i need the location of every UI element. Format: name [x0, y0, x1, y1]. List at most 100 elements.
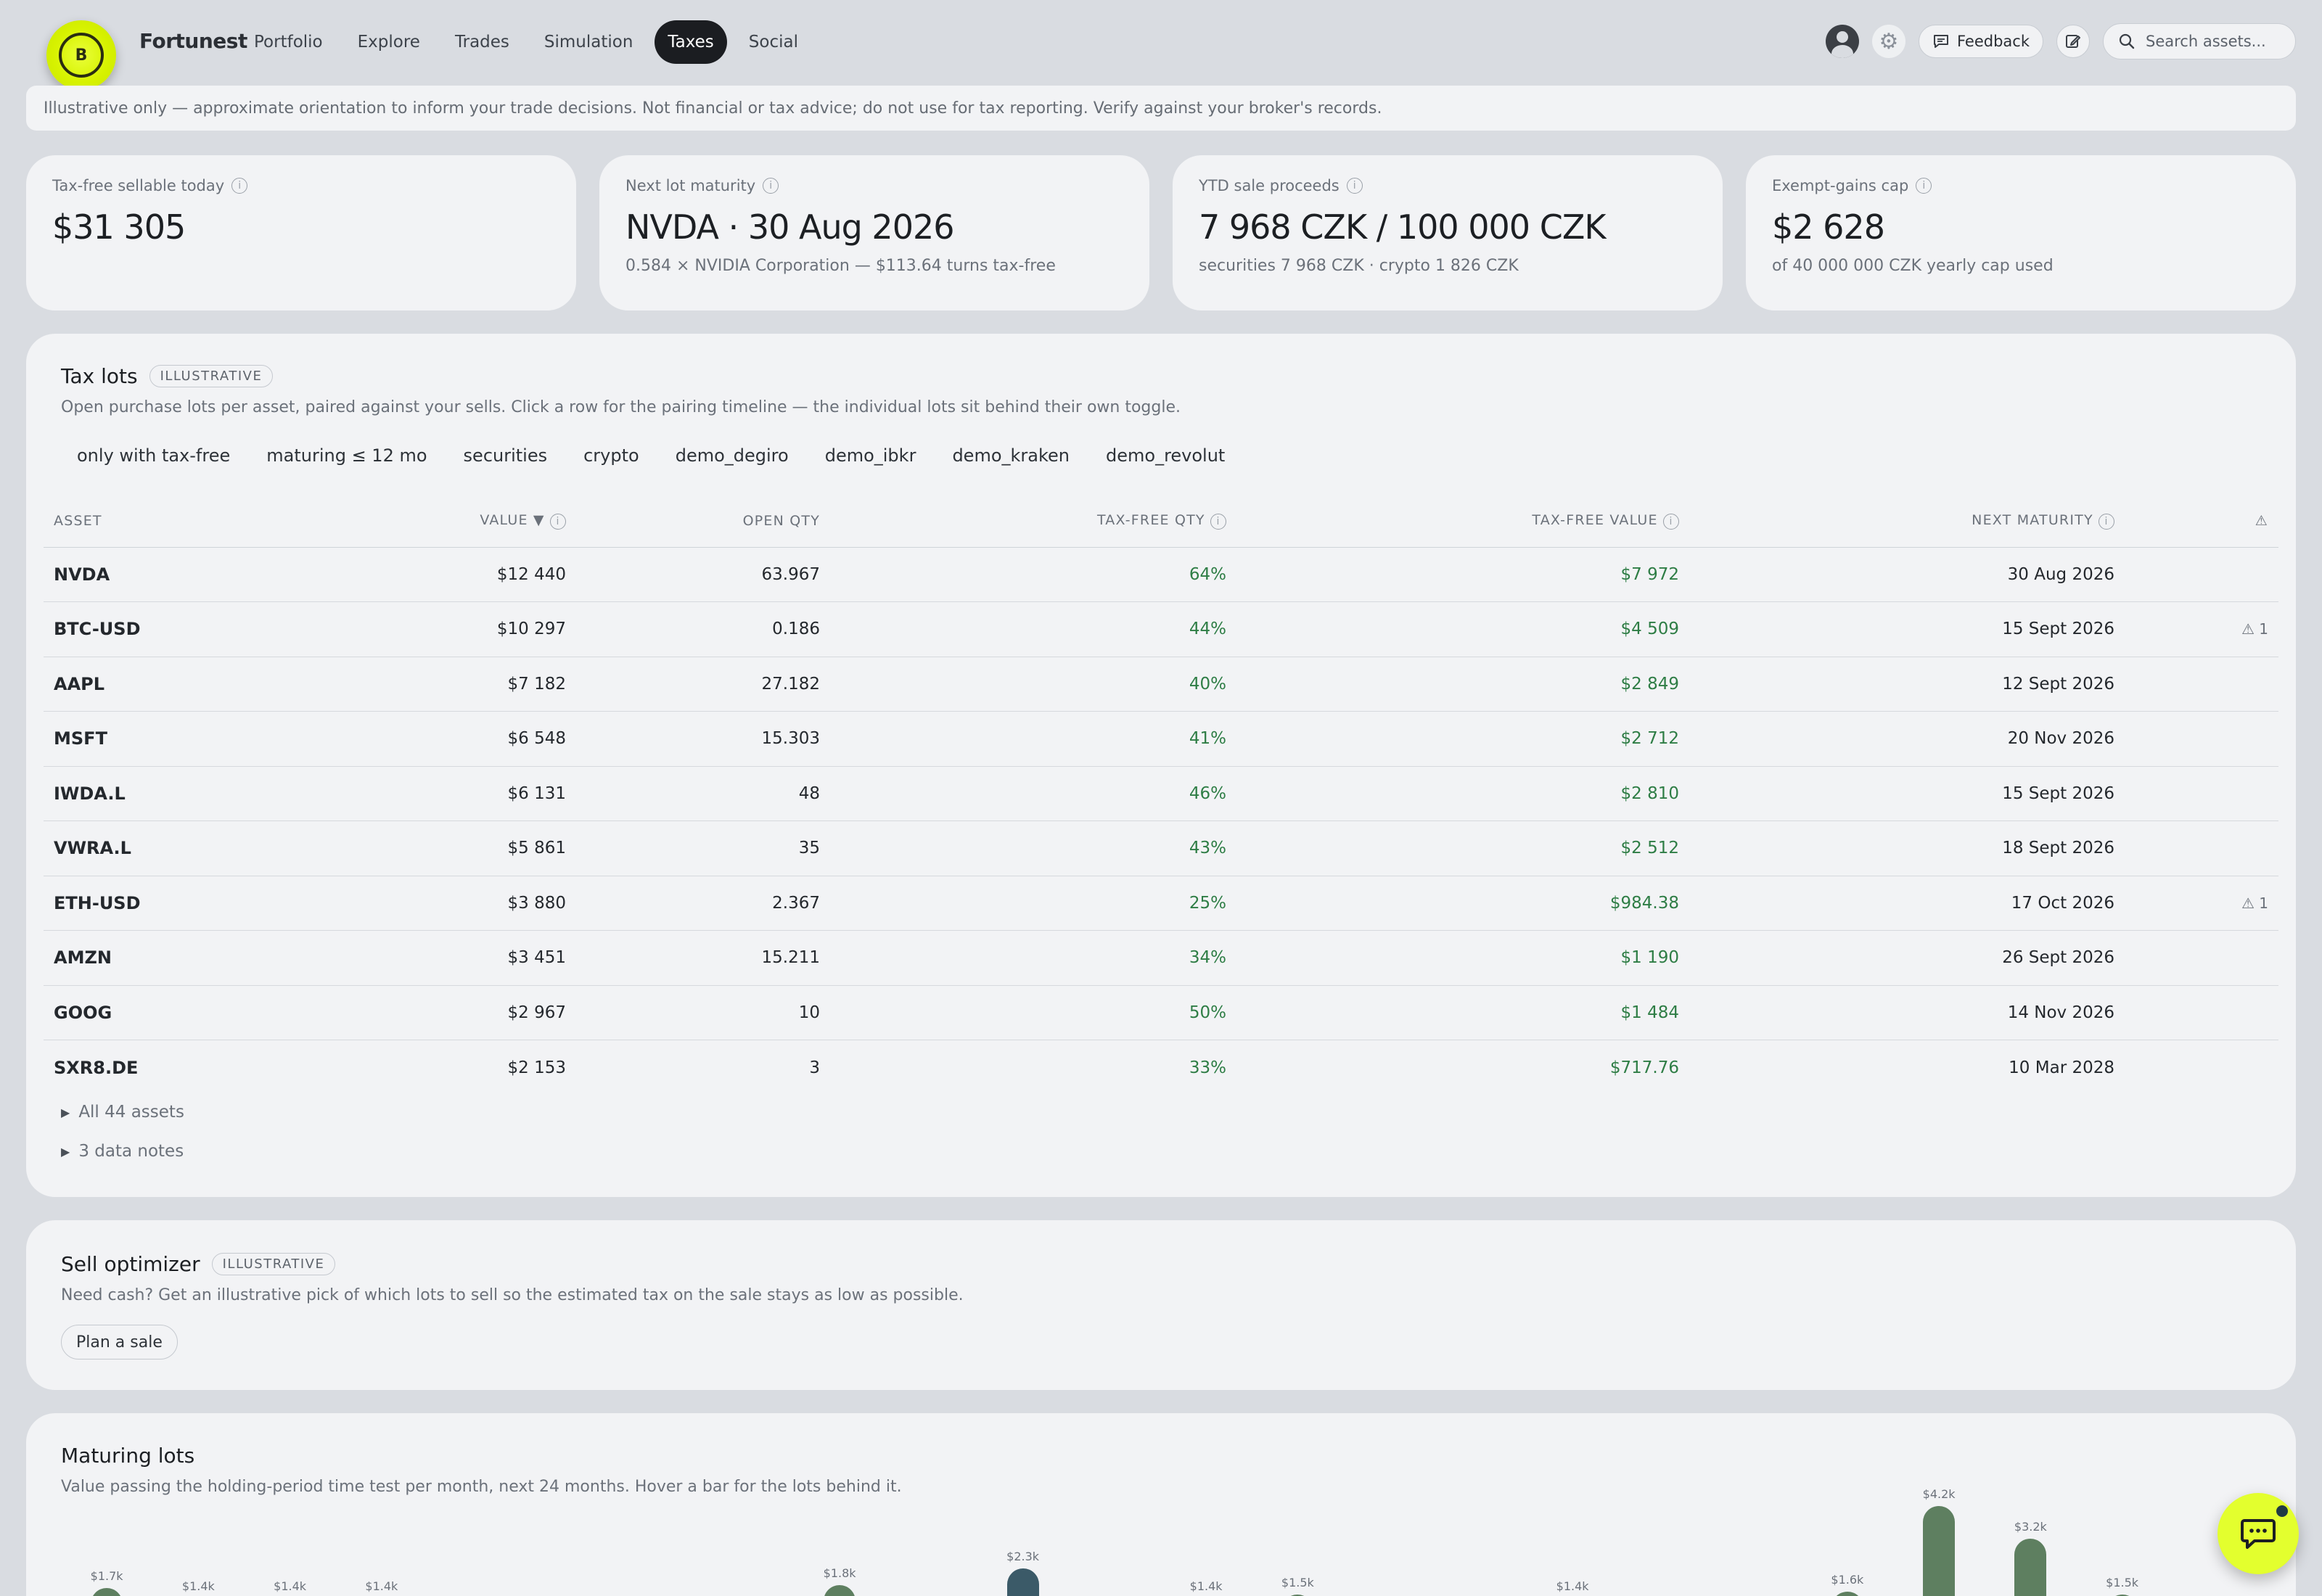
info-icon[interactable]: i: [231, 178, 248, 194]
disclaimer-banner: Illustrative only — approximate orientat…: [26, 86, 2296, 131]
cell-asset: VWRA.L: [44, 820, 348, 876]
info-icon[interactable]: i: [1916, 178, 1932, 194]
stat-label-row: YTD sale proceeds i: [1199, 177, 1697, 194]
feedback-button[interactable]: Feedback: [1918, 25, 2043, 58]
cell-open-qty: 48: [566, 766, 820, 821]
cell-tax-free-qty: 34%: [820, 930, 1226, 986]
col-next-maturity-label: NEXT MATURITY: [1972, 511, 2093, 528]
nav-social[interactable]: Social: [736, 20, 811, 64]
plan-sale-button[interactable]: Plan a sale: [61, 1325, 178, 1360]
chart-data-label: $1.4k: [1189, 1579, 1223, 1593]
col-next-maturity[interactable]: NEXT MATURITY i: [1679, 495, 2114, 548]
all-assets-toggle[interactable]: ▶ All 44 assets: [61, 1103, 184, 1122]
cell-open-qty: 63.967: [566, 547, 820, 602]
stat-value: $2 628: [1772, 207, 1885, 247]
chart-data-label: $2.3k: [1006, 1549, 1040, 1563]
chart-bar[interactable]: [1923, 1506, 1956, 1596]
search-icon: [2119, 33, 2135, 49]
col-value[interactable]: VALUE ▼ i: [348, 495, 566, 548]
cell-warning: [2114, 930, 2278, 986]
cell-tax-free-qty: 43%: [820, 820, 1226, 876]
message-icon: [1933, 35, 1948, 48]
cell-tax-free-qty: 46%: [820, 766, 1226, 821]
filter-demo-revolut[interactable]: demo_revolut: [1106, 445, 1225, 466]
filter-tax-free[interactable]: only with tax-free: [77, 445, 230, 466]
nav-simulation[interactable]: Simulation: [531, 20, 647, 64]
filter-demo-ibkr[interactable]: demo_ibkr: [825, 445, 916, 466]
chart-data-label: $1.5k: [1281, 1576, 1314, 1590]
table-row[interactable]: MSFT $6 548 15.303 41% $2 712 20 Nov 202…: [44, 711, 2278, 767]
table-row[interactable]: BTC-USD $10 297 0.186 44% $4 509 15 Sept…: [44, 601, 2278, 657]
stat-sub: 0.584 × NVIDIA Corporation — $113.64 tur…: [625, 257, 1056, 275]
data-notes-toggle[interactable]: ▶ 3 data notes: [61, 1142, 184, 1161]
cell-warning: [2114, 547, 2278, 602]
search-box[interactable]: [2103, 23, 2296, 59]
col-value-label: VALUE ▼: [480, 511, 545, 528]
table-row[interactable]: VWRA.L $5 861 35 43% $2 512 18 Sept 2026: [44, 820, 2278, 876]
stat-value: $31 305: [52, 207, 186, 247]
info-icon[interactable]: i: [550, 513, 566, 530]
cell-open-qty: 10: [566, 985, 820, 1040]
filter-demo-degiro[interactable]: demo_degiro: [676, 445, 789, 466]
chart-data-label: $1.4k: [365, 1579, 398, 1593]
filter-crypto[interactable]: crypto: [583, 445, 639, 466]
filter-securities[interactable]: securities: [464, 445, 548, 466]
table-row[interactable]: AAPL $7 182 27.182 40% $2 849 12 Sept 20…: [44, 657, 2278, 712]
info-icon[interactable]: i: [1210, 513, 1226, 530]
nav-trades[interactable]: Trades: [442, 20, 522, 64]
cell-next-maturity: 15 Sept 2026: [1679, 766, 2114, 821]
table-row[interactable]: SXR8.DE $2 153 3 33% $717.76 10 Mar 2028: [44, 1040, 2278, 1095]
cell-tax-free-value: $4 509: [1226, 601, 1679, 657]
chart-bar[interactable]: [824, 1584, 856, 1596]
cell-tax-free-value: $1 484: [1226, 985, 1679, 1040]
top-bar: B Fortunest Portfolio Explore Trades Sim…: [0, 0, 2322, 90]
col-open-qty[interactable]: OPEN QTY: [566, 495, 820, 548]
filter-maturing[interactable]: maturing ≤ 12 mo: [266, 445, 427, 466]
nav-taxes[interactable]: Taxes: [655, 20, 727, 64]
chat-button[interactable]: [2218, 1493, 2299, 1574]
chart-bar[interactable]: [91, 1588, 123, 1596]
gear-icon[interactable]: ⚙: [1871, 25, 1905, 58]
cell-warning[interactable]: ⚠ 1: [2114, 601, 2278, 657]
filter-demo-kraken[interactable]: demo_kraken: [952, 445, 1070, 466]
info-icon[interactable]: i: [763, 178, 779, 194]
info-icon[interactable]: i: [1346, 178, 1363, 194]
maturing-lots-chart: $1.7k $1.4k $1.4k $1.4k $1.8k $2.3k $1.4k $1.5k…: [61, 1487, 2260, 1596]
cell-tax-free-value: $2 849: [1226, 657, 1679, 712]
cell-tax-free-value: $2 810: [1226, 766, 1679, 821]
cell-asset: NVDA: [44, 547, 348, 602]
edit-icon[interactable]: [2056, 25, 2090, 58]
col-tax-free-value[interactable]: TAX-FREE VALUE i: [1226, 495, 1679, 548]
col-tax-free-qty-label: TAX-FREE QTY: [1096, 511, 1205, 528]
info-icon[interactable]: i: [1663, 513, 1679, 530]
nav-portfolio[interactable]: Portfolio: [241, 20, 336, 64]
cell-asset: GOOG: [44, 985, 348, 1040]
brand-name[interactable]: Fortunest: [139, 29, 247, 53]
table-row[interactable]: AMZN $3 451 15.211 34% $1 190 26 Sept 20…: [44, 930, 2278, 986]
chart-bar[interactable]: [1831, 1591, 1863, 1596]
cell-next-maturity: 14 Nov 2026: [1679, 985, 2114, 1040]
table-row[interactable]: GOOG $2 967 10 50% $1 484 14 Nov 2026: [44, 985, 2278, 1040]
cell-warning[interactable]: ⚠ 1: [2114, 876, 2278, 931]
cell-asset: AAPL: [44, 657, 348, 712]
nav-explore[interactable]: Explore: [345, 20, 433, 64]
search-input[interactable]: [2146, 33, 2276, 50]
logo[interactable]: B: [46, 20, 116, 90]
info-icon[interactable]: i: [2099, 513, 2114, 530]
table-row[interactable]: ETH-USD $3 880 2.367 25% $984.38 17 Oct …: [44, 876, 2278, 931]
chart-bar[interactable]: [1006, 1568, 1039, 1596]
tax-lots-header: Tax lots ILLUSTRATIVE: [61, 364, 2261, 388]
chart-bar[interactable]: [2014, 1539, 2047, 1596]
table-row[interactable]: NVDA $12 440 63.967 64% $7 972 30 Aug 20…: [44, 547, 2278, 602]
cell-open-qty: 15.211: [566, 930, 820, 986]
cell-warning: [2114, 820, 2278, 876]
chart-data-label: $4.2k: [1922, 1487, 1956, 1501]
notification-dot: [2274, 1503, 2290, 1519]
col-asset[interactable]: ASSET: [44, 495, 348, 548]
cell-warning: [2114, 1040, 2278, 1095]
stat-value: NVDA · 30 Aug 2026: [625, 207, 955, 247]
avatar-icon[interactable]: [1825, 25, 1859, 58]
cell-next-maturity: 18 Sept 2026: [1679, 820, 2114, 876]
col-tax-free-qty[interactable]: TAX-FREE QTY i: [820, 495, 1226, 548]
table-row[interactable]: IWDA.L $6 131 48 46% $2 810 15 Sept 2026: [44, 766, 2278, 821]
